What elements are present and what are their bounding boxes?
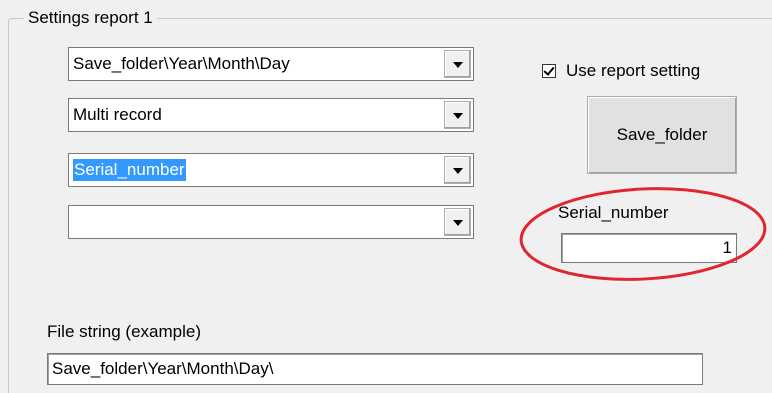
chevron-down-icon [452, 220, 463, 226]
chevron-down-icon [452, 168, 463, 174]
record-mode-combo[interactable]: Multi record [68, 98, 474, 132]
checkmark-icon [543, 64, 555, 76]
checkbox-box[interactable] [542, 64, 556, 78]
folder-structure-combo[interactable]: Save_folder\Year\Month\Day [68, 47, 474, 81]
checkbox-label: Use report setting [566, 61, 701, 80]
chevron-down-icon [452, 62, 463, 68]
dropdown-button[interactable] [444, 208, 471, 236]
groupbox-title: Settings report 1 [24, 8, 157, 28]
settings-window: Settings report 1 Save_folder\Year\Month… [0, 0, 772, 393]
combo-value: Multi record [73, 105, 162, 124]
dropdown-button[interactable] [444, 50, 471, 78]
dropdown-button[interactable] [444, 101, 471, 129]
file-string-field[interactable] [47, 353, 703, 385]
combo-value: Save_folder\Year\Month\Day [73, 54, 290, 73]
annotation-ellipse [519, 187, 767, 281]
use-report-setting-checkbox[interactable]: Use report setting [542, 61, 700, 81]
save-folder-button[interactable]: Save_folder [587, 96, 737, 174]
file-naming-combo[interactable]: Serial_number [68, 153, 474, 187]
extra-option-combo[interactable] [68, 205, 474, 239]
chevron-down-icon [452, 113, 463, 119]
file-string-label: File string (example) [47, 322, 201, 341]
dropdown-button[interactable] [444, 156, 471, 184]
combo-value-selected: Serial_number [73, 159, 186, 181]
